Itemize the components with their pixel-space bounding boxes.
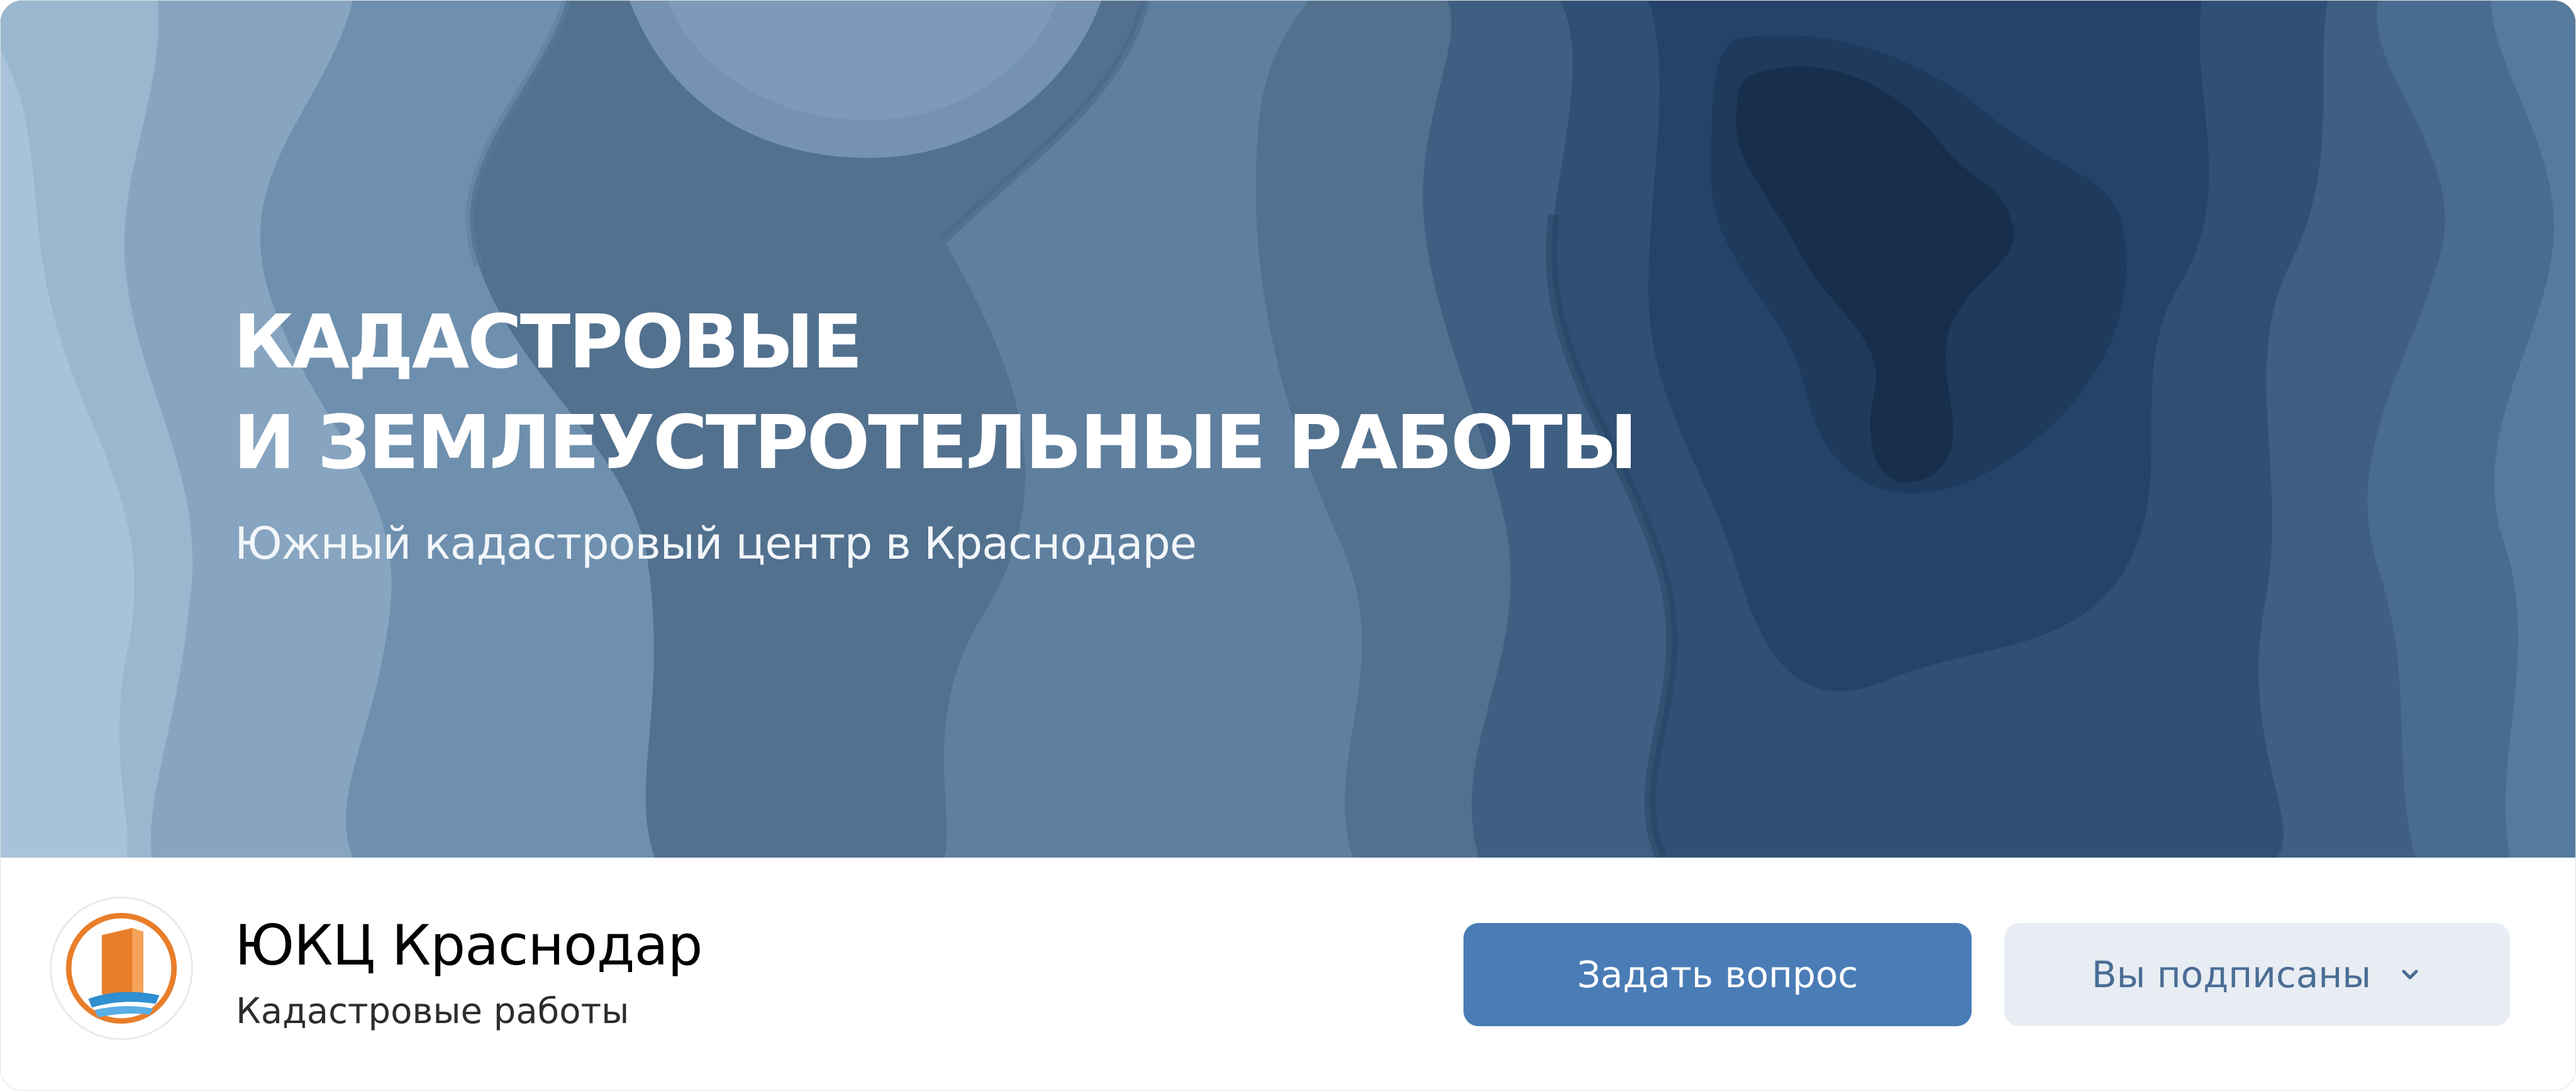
door-logo-icon: [52, 899, 191, 1038]
community-header-card: КАДАСТРОВЫЕ И ЗЕМЛЕУСТРОТЕЛЬНЫЕ РАБОТЫ Ю…: [0, 0, 2576, 1091]
chevron-down-icon: [2397, 962, 2423, 987]
community-avatar[interactable]: [50, 897, 193, 1040]
cover-image: КАДАСТРОВЫЕ И ЗЕМЛЕУСТРОТЕЛЬНЫЕ РАБОТЫ Ю…: [1, 1, 2575, 858]
community-name[interactable]: ЮКЦ Краснодар: [235, 913, 702, 978]
subscribed-button[interactable]: Вы подписаны: [2004, 923, 2510, 1026]
cover-title: КАДАСТРОВЫЕ И ЗЕМЛЕУСТРОТЕЛЬНЫЕ РАБОТЫ: [233, 291, 1638, 493]
cover-title-line-1: КАДАСТРОВЫЕ: [233, 298, 863, 385]
ask-question-button[interactable]: Задать вопрос: [1463, 923, 1972, 1026]
community-category: Кадастровые работы: [236, 991, 630, 1032]
subscribed-label: Вы подписаны: [2091, 953, 2372, 996]
cover-subtitle: Южный кадастровый центр в Краснодаре: [235, 518, 1197, 569]
ask-question-label: Задать вопрос: [1577, 953, 1858, 996]
community-info-bar: ЮКЦ Краснодар Кадастровые работы Задать …: [1, 858, 2575, 1090]
cover-title-line-2: И ЗЕМЛЕУСТРОТЕЛЬНЫЕ РАБОТЫ: [233, 399, 1638, 486]
